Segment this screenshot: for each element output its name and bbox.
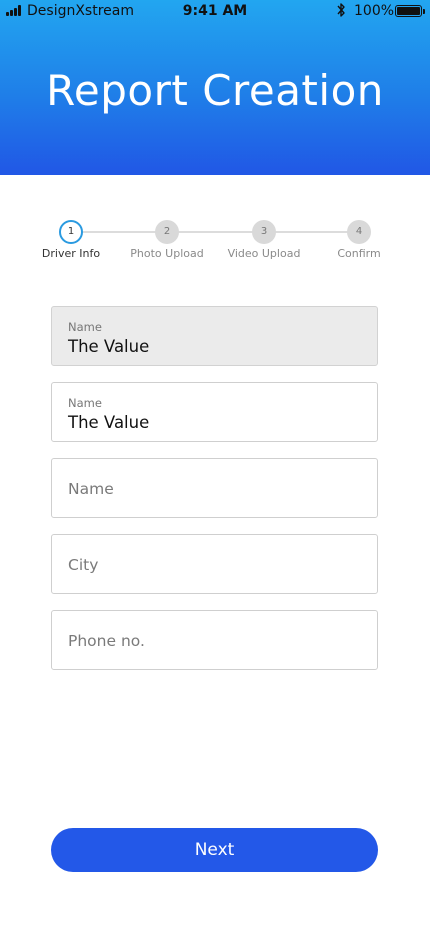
step-label: Photo Upload [130, 247, 204, 260]
name-input[interactable]: Name [51, 458, 378, 518]
field-label: Name [68, 320, 102, 334]
bluetooth-icon [337, 3, 345, 17]
step-number: 2 [155, 220, 179, 244]
step-label: Confirm [337, 247, 381, 260]
report-creation-screen: DesignXstream 9:41 AM 100% Report Creati… [0, 0, 430, 932]
field-placeholder: Phone no. [68, 632, 145, 650]
status-bar: DesignXstream 9:41 AM 100% [0, 0, 430, 24]
field-value: The Value [68, 337, 150, 356]
step-label: Video Upload [227, 247, 301, 260]
progress-stepper: 1 Driver Info 2 Photo Upload 3 Video Upl… [0, 218, 430, 268]
name-field-filled[interactable]: Name The Value [51, 382, 378, 442]
battery-icon [395, 5, 425, 17]
field-placeholder: Name [68, 480, 114, 498]
city-input[interactable]: City [51, 534, 378, 594]
next-button[interactable]: Next [51, 828, 378, 872]
field-label: Name [68, 396, 102, 410]
header: DesignXstream 9:41 AM 100% Report Creati… [0, 0, 430, 175]
name-field-disabled: Name The Value [51, 306, 378, 366]
field-placeholder: City [68, 556, 99, 574]
page-title: Report Creation [46, 66, 384, 115]
step-number: 1 [59, 220, 83, 244]
stepper-line [70, 231, 360, 233]
battery-percentage: 100% [354, 3, 395, 19]
step-number: 3 [252, 220, 276, 244]
field-value: The Value [68, 413, 150, 432]
phone-input[interactable]: Phone no. [51, 610, 378, 670]
step-number: 4 [347, 220, 371, 244]
step-label: Driver Info [41, 247, 101, 260]
